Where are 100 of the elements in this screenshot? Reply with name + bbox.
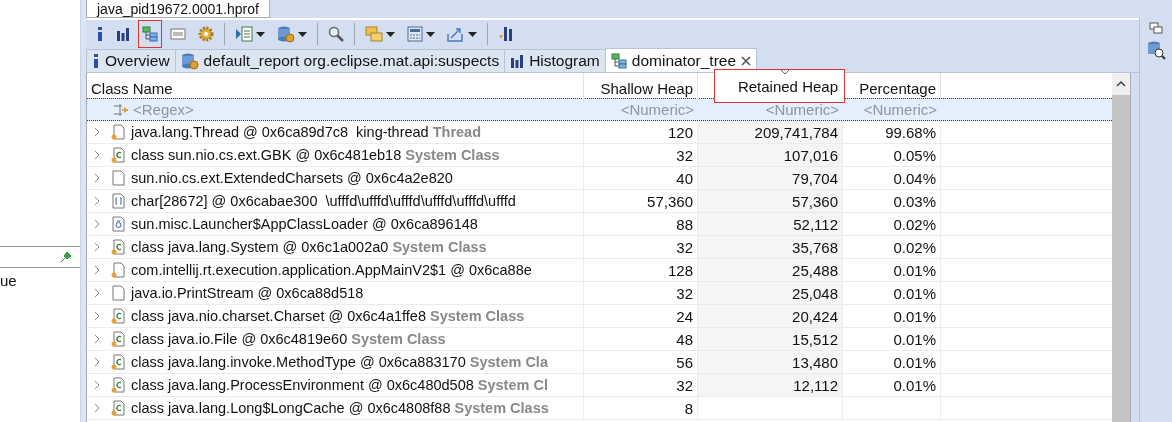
table-cell: 120	[667, 123, 693, 141]
class-name-cell: char[28672] @ 0x6cabae300 \ufffd\ufffd\ufffd\ufffd\ufffd\ufffd	[131, 193, 516, 209]
class-icon	[110, 308, 126, 324]
calculator-icon	[407, 26, 423, 42]
loader-icon	[110, 216, 126, 232]
query-icon	[170, 26, 186, 42]
class-icon	[110, 331, 126, 347]
table-cell: 8	[684, 399, 693, 417]
class-name-cell: sun.misc.Launcher$AppClassLoader @ 0x6ca896148	[131, 216, 478, 232]
table-cell: 48	[676, 330, 693, 348]
table-cell: 107,016	[783, 146, 838, 164]
object-icon	[110, 124, 126, 140]
editor-tab[interactable]: Histogram	[504, 49, 606, 72]
tree-icon	[610, 52, 627, 69]
class-name-cell: java.lang.Thread @ 0x6ca89d7c8 king-thread Thread	[131, 124, 482, 140]
class-name-cell: sun.nio.cs.ext.ExtendedCharsets @ 0x6c4a2e820	[131, 170, 453, 186]
class-name-cell: com.intellij.rt.execution.application.AppMainV2$1 @ 0x6ca88e	[131, 262, 532, 278]
tree-icon	[142, 26, 158, 42]
table-cell: 88	[676, 215, 693, 233]
table-cell: 0.01%	[893, 261, 936, 279]
bar-chart-icon	[510, 54, 525, 68]
editor-tab[interactable]: default_report org.eclipse.mat.api:suspects	[174, 49, 506, 72]
table-cell: 20,424	[792, 307, 838, 325]
table-cell: 24	[676, 307, 693, 325]
editor-tab[interactable]: dominator_tree	[604, 48, 758, 72]
table-cell: 0.01%	[893, 330, 936, 348]
list-icon	[235, 26, 253, 42]
document-icon	[110, 170, 126, 186]
close-icon[interactable]	[741, 55, 752, 66]
table-cell: 0.01%	[893, 376, 936, 394]
editor-tab[interactable]: java_pid19672.0001.hprof	[86, 0, 270, 18]
table-cell: 25,488	[792, 261, 838, 279]
export-icon	[447, 26, 465, 42]
dropdown-caret-icon	[256, 31, 265, 37]
table-cell: 12,112	[793, 376, 838, 394]
class-name-cell: class java.lang.invoke.MethodType @ 0x6ca883170 System Cla	[131, 354, 548, 370]
class-name-cell: class sun.nio.cs.ext.GBK @ 0x6c481eb18 System Class	[131, 147, 500, 163]
table-cell: 35,768	[792, 238, 838, 256]
document-icon	[110, 285, 126, 301]
object-icon	[110, 262, 126, 278]
search-icon	[328, 26, 344, 42]
table-cell: 13,480	[792, 353, 838, 371]
class-name-cell: java.io.PrintStream @ 0x6ca88d518	[131, 285, 364, 301]
editor-tab[interactable]: Overview	[86, 49, 176, 72]
table-cell: 32	[676, 238, 693, 256]
table-cell: 32	[676, 376, 693, 394]
class-name-cell: class java.nio.charset.Charset @ 0x6c4a1ffe8 System Class	[131, 308, 525, 324]
class-name-cell: class java.lang.System @ 0x6c1a002a0 System Class	[131, 239, 487, 255]
window-icon[interactable]	[1149, 22, 1163, 34]
stacked-folders-icon	[365, 26, 383, 42]
class-name-cell: class java.lang.Long$LongCache @ 0x6c4808f88 System Class	[131, 400, 549, 416]
table-cell: 52,112	[793, 215, 838, 233]
bar-chart-icon	[116, 27, 130, 41]
array-icon	[110, 193, 126, 209]
table-cell: 99.68%	[885, 123, 936, 141]
table-cell: 0.04%	[893, 169, 936, 187]
class-icon	[110, 147, 126, 163]
table-cell: 0.01%	[893, 284, 936, 302]
gear-icon	[198, 26, 214, 42]
class-icon	[110, 239, 126, 255]
database-search-icon[interactable]	[1146, 40, 1166, 60]
database-gear-icon	[180, 52, 199, 70]
table-cell: 0.02%	[893, 215, 936, 233]
table-cell: 0.01%	[893, 353, 936, 371]
table-cell: 79,704	[792, 169, 838, 187]
class-name-cell: class java.lang.ProcessEnvironment @ 0x6c480d508 System Cl	[131, 377, 548, 393]
scroll-up-icon[interactable]	[1116, 81, 1126, 87]
dropdown-caret-icon	[298, 31, 307, 37]
dropdown-caret-icon	[386, 31, 395, 37]
table-cell: 0.02%	[893, 238, 936, 256]
class-icon	[110, 400, 126, 416]
table-cell: 15,512	[792, 330, 838, 348]
toolbar-button[interactable]	[138, 20, 162, 48]
table-cell: 25,048	[792, 284, 838, 302]
table-cell: 56	[676, 353, 693, 371]
pin-icon[interactable]	[60, 251, 72, 263]
panel-text: ue	[0, 271, 18, 289]
dropdown-caret-icon	[426, 31, 435, 37]
table-cell: 32	[676, 284, 693, 302]
table-cell: 0.03%	[893, 192, 936, 210]
table-cell: 209,741,784	[754, 123, 838, 141]
table-cell: 57,360	[792, 192, 838, 210]
class-icon	[110, 377, 126, 393]
column-header[interactable]: Retained Heap	[714, 69, 845, 103]
table-cell: 0.05%	[893, 146, 936, 164]
info-icon	[96, 26, 104, 42]
bar-chart-arrow-icon	[498, 26, 514, 42]
database-gear-icon	[277, 25, 295, 43]
scrollbar[interactable]	[1112, 73, 1130, 422]
info-icon	[92, 53, 100, 69]
class-icon	[110, 354, 126, 370]
table-cell: 40	[676, 169, 693, 187]
table-cell: 57,360	[647, 192, 693, 210]
sort-caret-icon	[779, 69, 790, 75]
table-cell: 128	[667, 261, 693, 279]
filter-icon	[113, 102, 129, 117]
class-name-cell: class java.io.File @ 0x6c4819e60 System Class	[131, 331, 446, 347]
table-cell: 32	[676, 146, 693, 164]
dropdown-caret-icon	[468, 31, 477, 37]
table-cell: 0.01%	[893, 307, 936, 325]
